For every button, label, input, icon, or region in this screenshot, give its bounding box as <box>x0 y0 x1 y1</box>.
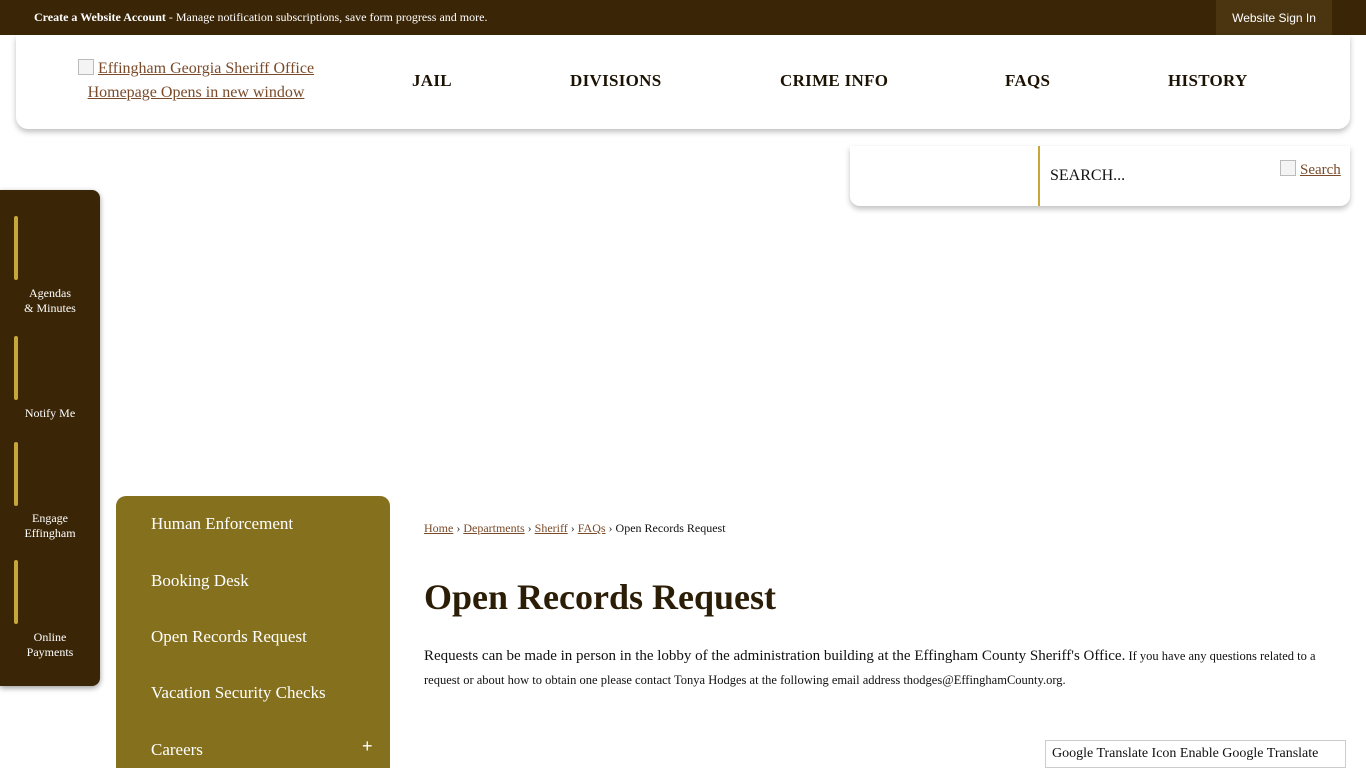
expand-plus-icon[interactable]: + <box>362 736 373 757</box>
breadcrumb-separator: › <box>570 521 575 535</box>
search-button[interactable]: Search <box>1280 160 1341 179</box>
site-logo[interactable]: Effingham Georgia Sheriff Office Homepag… <box>46 57 346 105</box>
side-menu-item-booking-desk[interactable]: Booking Desk <box>151 571 249 591</box>
create-account-description: - Manage notification subscriptions, sav… <box>165 10 488 24</box>
site-header: Effingham Georgia Sheriff Office Homepag… <box>16 35 1350 129</box>
nav-item-history[interactable]: HISTORY <box>1168 71 1248 91</box>
create-account-link[interactable]: Create a Website Account <box>34 10 166 24</box>
google-translate-button[interactable]: Google Translate Icon Enable Google Tran… <box>1045 740 1346 768</box>
quick-link-accent-bar <box>14 336 18 400</box>
quick-link-accent-bar <box>14 216 18 280</box>
create-account-message[interactable]: Create a Website Account - Manage notifi… <box>34 10 487 25</box>
search-panel: Search <box>850 146 1350 206</box>
search-button-label: Search <box>1300 162 1341 178</box>
breadcrumb-sheriff[interactable]: Sheriff <box>535 521 568 535</box>
quick-link-accent-bar <box>14 442 18 506</box>
side-menu-item-careers[interactable]: Careers <box>151 740 203 760</box>
breadcrumb-faqs[interactable]: FAQs <box>578 521 606 535</box>
search-input[interactable] <box>1050 162 1270 190</box>
logo-link[interactable]: Effingham Georgia Sheriff Office Homepag… <box>88 60 314 101</box>
side-menu-item-vacation-security-checks[interactable]: Vacation Security Checks <box>151 683 326 703</box>
nav-item-crime-info[interactable]: CRIME INFO <box>780 71 888 91</box>
page-title: Open Records Request <box>424 577 776 617</box>
page-body: Requests can be made in person in the lo… <box>424 644 1324 692</box>
breadcrumb-separator: › <box>527 521 532 535</box>
search-icon <box>1280 160 1296 176</box>
quick-link-label: Agendas & Minutes <box>24 286 76 315</box>
broken-image-icon <box>77 59 94 75</box>
breadcrumb-departments[interactable]: Departments <box>463 521 524 535</box>
nav-item-divisions[interactable]: DIVISIONS <box>570 71 662 91</box>
quick-link-accent-bar <box>14 560 18 624</box>
search-divider <box>1038 146 1040 206</box>
nav-item-faqs[interactable]: FAQS <box>1005 71 1050 91</box>
section-side-menu: Human Enforcement Booking Desk Open Reco… <box>116 496 390 768</box>
body-text-main: Requests can be made in person in the lo… <box>424 648 1126 664</box>
breadcrumb: Home › Departments › Sheriff › FAQs › Open Recor… <box>424 521 726 536</box>
quick-link-label: Online Payments <box>26 630 74 659</box>
breadcrumb-separator: › <box>456 521 461 535</box>
breadcrumb-current: Open Records Request <box>615 521 726 535</box>
website-sign-in-button[interactable]: Website Sign In <box>1216 0 1332 35</box>
side-menu-item-human-enforcement[interactable]: Human Enforcement <box>151 514 293 534</box>
quick-link-label: Notify Me <box>24 406 76 420</box>
nav-item-jail[interactable]: JAIL <box>412 71 452 91</box>
breadcrumb-home[interactable]: Home <box>424 521 453 535</box>
google-translate-label: Google Translate Icon Enable Google Tran… <box>1052 746 1319 761</box>
top-utility-bar: Create a Website Account - Manage notifi… <box>0 0 1366 35</box>
quick-links-panel: Agendas & Minutes Notify Me Engage Effin… <box>0 190 100 686</box>
breadcrumb-separator: › <box>608 521 613 535</box>
side-menu-item-open-records-request[interactable]: Open Records Request <box>151 627 307 647</box>
quick-link-label: Engage Effingham <box>24 511 76 540</box>
